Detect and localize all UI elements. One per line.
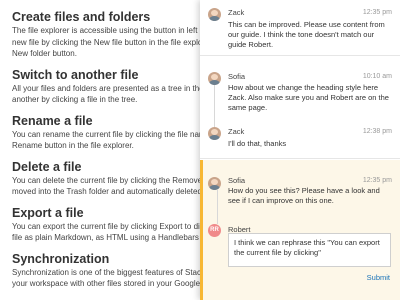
avatar-zack	[208, 127, 221, 140]
document-content: Create files and folders The file explore…	[12, 9, 210, 297]
comment-thread-2[interactable]: Sofia 10:10 am How about we change the h…	[200, 60, 400, 159]
doc-section: Rename a file You can rename the current …	[12, 113, 210, 152]
section-heading: Create files and folders	[12, 10, 151, 24]
comment-author: Sofia	[228, 176, 246, 185]
comment-text: This can be improved. Please use content…	[228, 20, 385, 49]
body-line: New folder button.	[12, 49, 77, 58]
comment-author: Zack	[228, 127, 245, 136]
doc-section: Export a file You can export the current …	[12, 205, 210, 244]
avatar-robert: RR	[208, 224, 221, 237]
body-line: your workspace with other files stored i…	[12, 279, 201, 288]
section-body: You can rename the current file by click…	[12, 129, 210, 152]
comment-time: 10:10 am	[362, 73, 392, 80]
section-heading: Synchronization	[12, 251, 110, 266]
body-line: Synchronization is one of the biggest fe…	[12, 267, 207, 277]
doc-section: Delete a file You can delete the current …	[12, 159, 210, 198]
comment-text: How do you see this? Please have a look …	[228, 186, 380, 205]
section-heading: Switch to another file	[12, 67, 139, 82]
avatar-zack	[208, 8, 221, 21]
comment-author: Zack	[228, 8, 245, 17]
doc-section: Create files and folders The file explore…	[12, 9, 210, 60]
section-heading: Rename a file	[12, 113, 93, 128]
body-line: another by clicking a file in the tree.	[12, 95, 138, 104]
avatar-sofia	[208, 72, 221, 85]
body-line: You can export the current file by click…	[12, 221, 204, 231]
body-line: You can rename the current file by click…	[12, 129, 210, 139]
doc-section: Synchronization Synchronization is one of…	[12, 251, 210, 290]
section-body: The file explorer is accessible using th…	[12, 25, 210, 60]
doc-section: Switch to another file All your files and…	[12, 67, 210, 106]
thread-connector	[217, 190, 218, 224]
comment-thread-1[interactable]: Zack 12:35 pm This can be improved. Plea…	[200, 0, 400, 56]
thread-connector	[214, 85, 215, 129]
comment-text: How about we change the heading style he…	[228, 83, 389, 112]
comment-time: 12:35 pm	[362, 9, 392, 16]
body-line: new file by clicking the New file button…	[12, 37, 203, 47]
section-body: All your files and folders are presented…	[12, 83, 210, 106]
body-line: moved into the Trash folder and automati…	[12, 187, 202, 196]
comment-text: I'll do that, thanks	[228, 139, 287, 148]
section-heading: Export a file	[12, 205, 84, 220]
section-heading: Delete a file	[12, 159, 82, 174]
document-pane: Create files and folders The file explore…	[0, 0, 210, 300]
body-line: You can delete the current file by click…	[12, 175, 209, 185]
reply-input[interactable]: I think we can rephrase this "You can ex…	[228, 233, 391, 267]
section-body: You can export the current file by click…	[12, 221, 210, 244]
comment-author: Sofia	[228, 72, 246, 81]
section-body: You can delete the current file by click…	[12, 175, 210, 198]
submit-button[interactable]: Submit	[367, 273, 390, 282]
avatar-sofia	[208, 177, 221, 190]
body-line: file as plain Markdown, as HTML using a …	[12, 233, 208, 242]
comment-time: 12:35 pm	[362, 177, 392, 184]
comments-panel: Zack 12:35 pm This can be improved. Plea…	[200, 0, 400, 300]
body-line: The file explorer is accessible using th…	[12, 26, 209, 35]
section-body: Synchronization is one of the biggest fe…	[12, 267, 210, 290]
body-line: All your files and folders are presented…	[12, 83, 204, 93]
body-line: Rename button in the file explorer.	[12, 141, 134, 150]
comment-time: 12:38 pm	[362, 128, 392, 135]
